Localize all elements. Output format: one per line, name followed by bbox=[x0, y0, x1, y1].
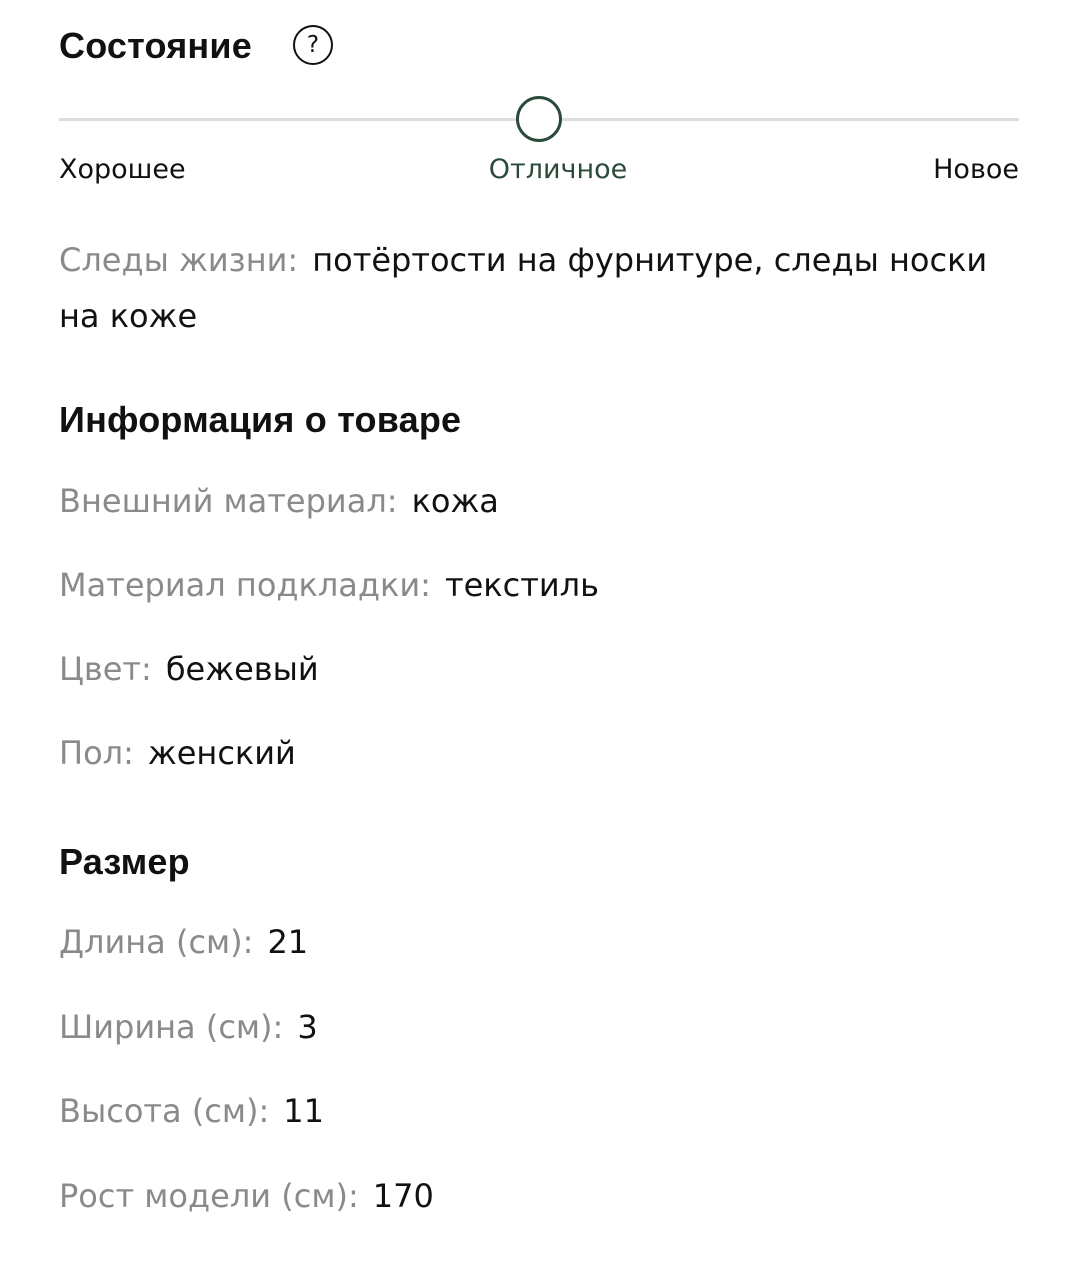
info-label: Пол bbox=[59, 734, 124, 772]
condition-title: Состояние bbox=[59, 25, 252, 66]
wear-description: Следы жизни: потёртости на фурнитуре, сле… bbox=[59, 232, 1019, 344]
info-row-gender: Пол: женский bbox=[59, 733, 296, 773]
product-info-title: Информация о товаре bbox=[59, 399, 462, 440]
size-separator: : bbox=[347, 1177, 359, 1215]
size-value: 170 bbox=[372, 1177, 434, 1215]
info-separator: : bbox=[141, 650, 152, 688]
size-row-width: Ширина (см): 3 bbox=[59, 1007, 318, 1047]
info-label: Внешний материал bbox=[59, 482, 387, 520]
size-value: 11 bbox=[283, 1092, 325, 1130]
size-value: 3 bbox=[297, 1008, 318, 1046]
info-separator: : bbox=[420, 566, 431, 604]
condition-option-new[interactable]: Новое bbox=[933, 153, 1019, 187]
wear-separator: : bbox=[287, 241, 299, 279]
size-row-height: Высота (см): 11 bbox=[59, 1091, 324, 1131]
condition-option-excellent[interactable]: Отличное bbox=[489, 153, 628, 187]
info-value: женский bbox=[147, 734, 296, 772]
size-separator: : bbox=[258, 1092, 270, 1130]
condition-option-good[interactable]: Хорошее bbox=[59, 153, 186, 187]
size-row-length: Длина (см): 21 bbox=[59, 922, 308, 962]
question-circle-icon[interactable]: ? bbox=[293, 25, 333, 65]
size-row-model-height: Рост модели (см): 170 bbox=[59, 1176, 434, 1216]
info-row-color: Цвет: бежевый bbox=[59, 649, 319, 689]
size-separator: : bbox=[242, 923, 254, 961]
size-label: Ширина (см) bbox=[59, 1008, 273, 1046]
info-label: Материал подкладки bbox=[59, 566, 421, 604]
size-label: Высота (см) bbox=[59, 1092, 259, 1130]
size-title: Размер bbox=[59, 841, 190, 882]
size-label: Рост модели (см) bbox=[59, 1177, 348, 1215]
info-separator: : bbox=[386, 482, 398, 520]
info-value: кожа bbox=[411, 482, 499, 520]
info-value: бежевый bbox=[165, 650, 319, 688]
info-row-outer-material: Внешний материал: кожа bbox=[59, 481, 499, 521]
size-value: 21 bbox=[267, 923, 309, 961]
wear-label: Следы жизни bbox=[59, 241, 288, 279]
size-separator: : bbox=[272, 1008, 284, 1046]
info-value: текстиль bbox=[444, 566, 599, 604]
size-label: Длина (см) bbox=[59, 923, 243, 961]
slider-thumb[interactable] bbox=[516, 96, 562, 142]
info-label: Цвет bbox=[59, 650, 142, 688]
condition-slider[interactable] bbox=[59, 96, 1019, 142]
info-row-lining-material: Материал подкладки: текстиль bbox=[59, 565, 599, 605]
info-separator: : bbox=[123, 734, 134, 772]
